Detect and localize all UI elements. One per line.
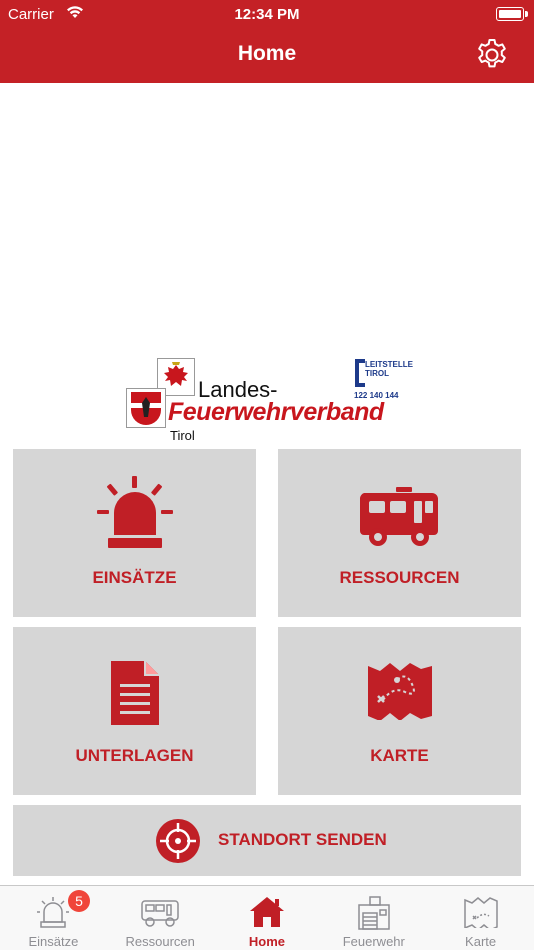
tab-ressourcen-label: Ressourcen — [125, 934, 195, 949]
notification-badge: 5 — [68, 890, 90, 912]
lfv-logo: Landes- Feuerwehrverband Tirol LEITSTELL… — [0, 350, 534, 445]
app-header: Carrier 12:34 PM Home — [0, 0, 534, 83]
logo-text-tirol: Tirol — [170, 428, 195, 443]
tab-karte-label: Karte — [465, 934, 497, 949]
fire-brigade-crest-icon — [126, 388, 166, 428]
standort-senden-label: STANDORT SENDEN — [218, 830, 387, 849]
tab-home[interactable]: Home — [214, 886, 321, 950]
map-icon — [463, 897, 498, 928]
leitstelle-text: LEITSTELLE — [365, 360, 413, 369]
tab-einsaetze-label: Einsätze — [28, 934, 79, 949]
battery-icon — [496, 7, 528, 21]
leitstelle-logo: LEITSTELLE TIROL 122 140 144 — [354, 356, 413, 400]
tab-feuerwehr-label: Feuerwehr — [342, 934, 405, 949]
tab-ressourcen[interactable]: Ressourcen — [107, 886, 214, 950]
karte-label: KARTE — [370, 746, 429, 765]
leitstelle-region-text: TIROL — [365, 369, 389, 378]
unterlagen-label: UNTERLAGEN — [75, 746, 194, 765]
tab-feuerwehr[interactable]: Feuerwehr — [320, 886, 427, 950]
page-title: Home — [237, 42, 297, 65]
fire-station-icon — [358, 896, 390, 930]
tab-karte[interactable]: Karte — [427, 886, 534, 950]
siren-icon — [37, 897, 70, 928]
ressourcen-tile-button[interactable]: RESSOURCEN — [278, 449, 521, 617]
status-time: 12:34 PM — [234, 6, 300, 23]
ressourcen-label: RESSOURCEN — [339, 568, 460, 587]
einsaetze-label: EINSÄTZE — [92, 568, 177, 587]
unterlagen-tile-button[interactable]: UNTERLAGEN — [13, 627, 256, 795]
tab-home-label: Home — [248, 934, 286, 949]
home-icon — [249, 897, 284, 927]
truck-icon — [141, 900, 179, 927]
fire-truck-icon — [360, 487, 438, 546]
einsaetze-tile-button[interactable]: EINSÄTZE — [13, 449, 256, 617]
siren-icon — [97, 476, 173, 548]
tab-bar: 5 Einsätze Ressourcen Home Feuerwehr Kar… — [0, 885, 534, 950]
map-icon — [368, 663, 432, 720]
leitstelle-numbers: 122 140 144 — [354, 391, 399, 400]
standort-senden-button[interactable]: STANDORT SENDEN — [13, 805, 521, 876]
tab-einsaetze[interactable]: 5 Einsätze — [0, 886, 107, 950]
settings-gear-icon[interactable] — [474, 37, 510, 73]
document-icon — [111, 661, 159, 725]
location-target-icon — [156, 819, 200, 863]
logo-text-feuerwehrverband: Feuerwehrverband — [168, 398, 384, 426]
karte-tile-button[interactable]: KARTE — [278, 627, 521, 795]
status-bar: Carrier 12:34 PM — [0, 0, 534, 28]
